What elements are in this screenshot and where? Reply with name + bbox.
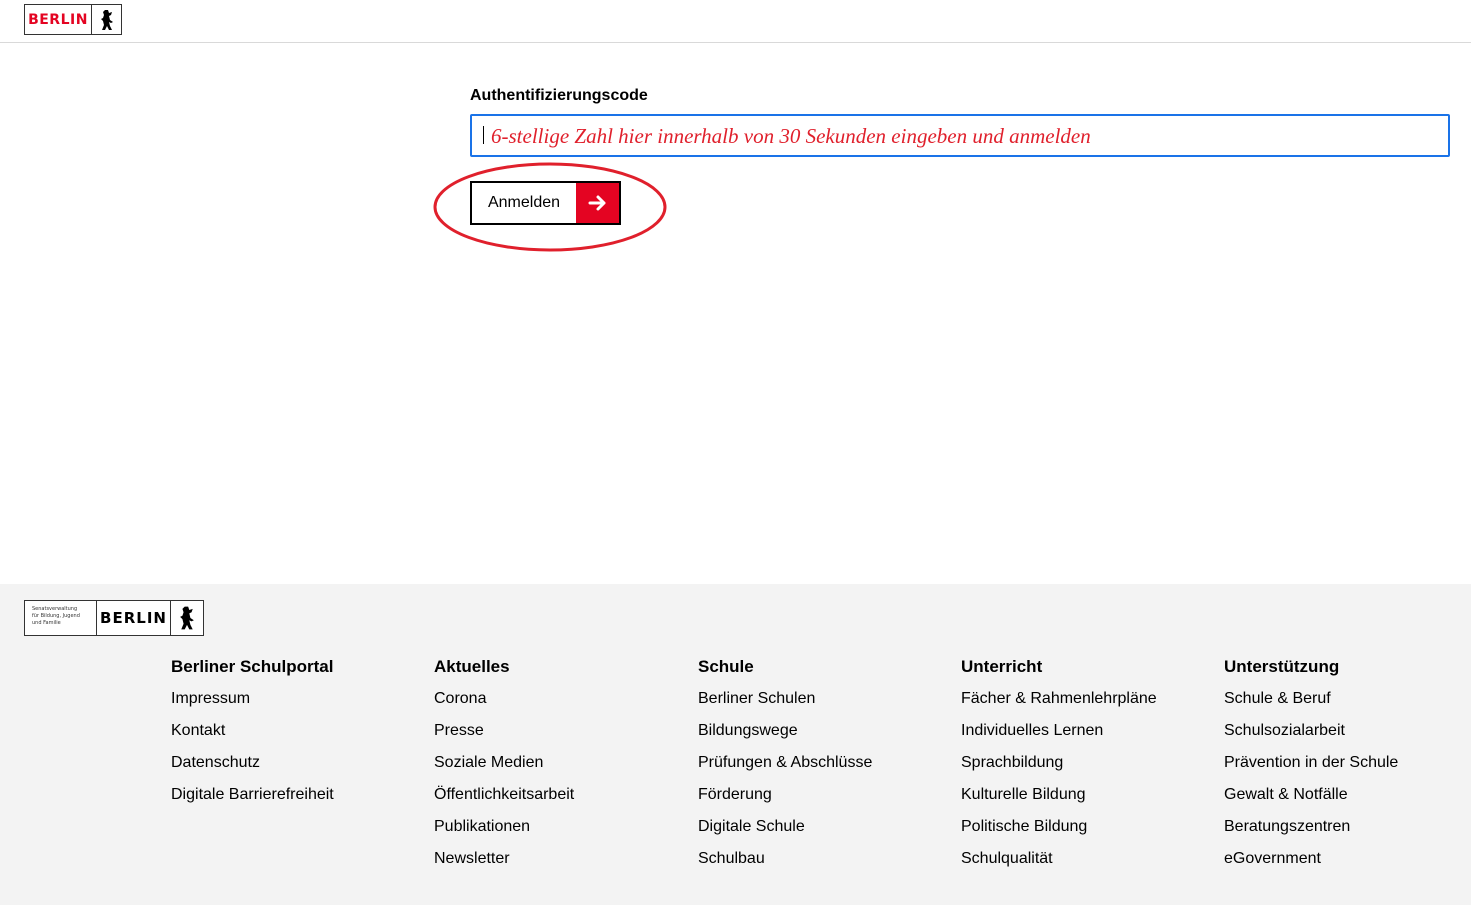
footer-link[interactable]: Öffentlichkeitsarbeit [434,784,574,816]
site-footer: Senatsverwaltung für Bildung, Jugend und… [0,584,1471,905]
footer-link[interactable]: Gewalt & Notfälle [1224,784,1398,816]
footer-column-title: Unterricht [961,657,1043,676]
footer-link[interactable]: Impressum [171,688,334,720]
footer-link[interactable]: Schulbau [698,848,872,880]
footer-link[interactable]: Kulturelle Bildung [961,784,1157,816]
text-caret [483,126,484,144]
footer-link[interactable]: Kontakt [171,720,334,752]
footer-column-title: Schule [698,657,754,676]
senat-berlin-logo[interactable]: Senatsverwaltung für Bildung, Jugend und… [24,600,204,636]
footer-link[interactable]: Prüfungen & Abschlüsse [698,752,872,784]
footer-link[interactable]: Schulsozialarbeit [1224,720,1398,752]
footer-link[interactable]: Publikationen [434,816,574,848]
footer-link[interactable]: Prävention in der Schule [1224,752,1398,784]
footer-column-schule: Schule Berliner Schulen Bildungswege Prü… [698,656,872,880]
berlin-logo-text: BERLIN [97,601,171,635]
footer-column-title: Aktuelles [434,657,510,676]
footer-column-aktuelles: Aktuelles Corona Presse Soziale Medien Ö… [434,656,574,880]
footer-link[interactable]: Individuelles Lernen [961,720,1157,752]
bear-icon [171,601,203,635]
footer-column-title: Unterstützung [1224,657,1340,676]
footer-link[interactable]: Schulqualität [961,848,1157,880]
footer-link[interactable]: Sprachbildung [961,752,1157,784]
site-header: BERLIN [0,0,1471,43]
footer-link[interactable]: Bildungswege [698,720,872,752]
auth-form: Authentifizierungscode 6-stellige Zahl h… [470,86,1450,225]
berlin-logo[interactable]: BERLIN [24,4,122,35]
footer-link[interactable]: eGovernment [1224,848,1398,880]
footer-link[interactable]: Newsletter [434,848,574,880]
footer-link[interactable]: Förderung [698,784,872,816]
auth-code-input[interactable]: 6-stellige Zahl hier innerhalb von 30 Se… [470,114,1450,157]
footer-column-unterstuetzung: Unterstützung Schule & Beruf Schulsozial… [1224,656,1398,880]
footer-link[interactable]: Schule & Beruf [1224,688,1398,720]
footer-column-title: Berliner Schulportal [171,657,334,676]
auth-code-label: Authentifizierungscode [470,87,648,104]
footer-link[interactable]: Digitale Barrierefreiheit [171,784,334,816]
annotation-instruction: 6-stellige Zahl hier innerhalb von 30 Se… [491,124,1091,148]
footer-link[interactable]: Digitale Schule [698,816,872,848]
footer-column-schulportal: Berliner Schulportal Impressum Kontakt D… [171,656,334,816]
footer-link[interactable]: Berliner Schulen [698,688,872,720]
senat-logo-text: Senatsverwaltung für Bildung, Jugend und… [25,601,97,635]
footer-link[interactable]: Corona [434,688,574,720]
footer-link[interactable]: Presse [434,720,574,752]
footer-link[interactable]: Datenschutz [171,752,334,784]
bear-icon [92,5,121,34]
berlin-logo-text: BERLIN [25,5,92,34]
footer-link[interactable]: Fächer & Rahmenlehrpläne [961,688,1157,720]
footer-column-unterricht: Unterricht Fächer & Rahmenlehrpläne Indi… [961,656,1157,880]
footer-link[interactable]: Beratungszentren [1224,816,1398,848]
annotation-ellipse [433,162,667,252]
footer-link[interactable]: Soziale Medien [434,752,574,784]
footer-link[interactable]: Politische Bildung [961,816,1157,848]
